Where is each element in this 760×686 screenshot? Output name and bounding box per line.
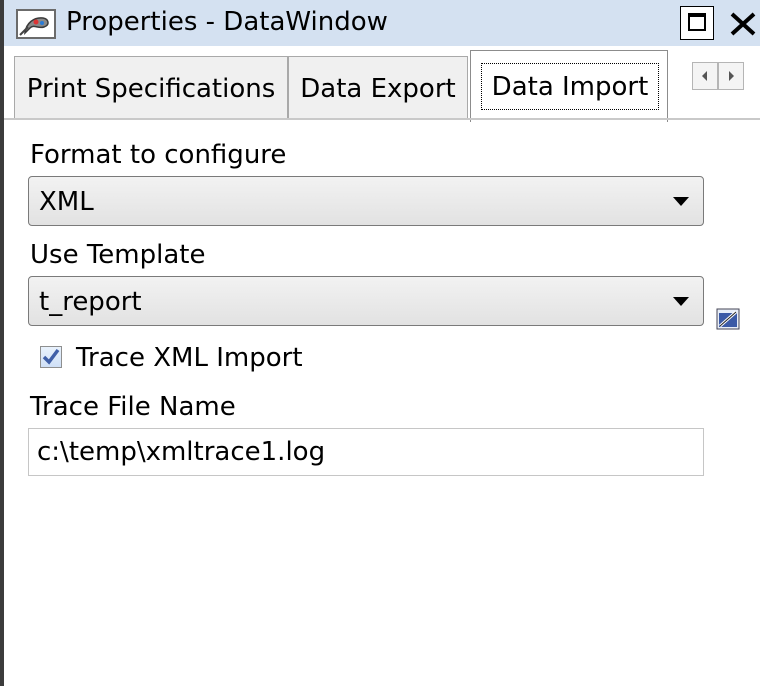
format-label: Format to configure: [30, 140, 287, 170]
close-button[interactable]: [722, 6, 760, 40]
trace-file-label: Trace File Name: [30, 392, 236, 422]
chevron-down-icon: [673, 297, 689, 306]
tab-print-specifications[interactable]: Print Specifications: [14, 56, 288, 120]
maximize-icon: [688, 13, 706, 31]
maximize-button[interactable]: [680, 6, 714, 40]
edit-template-icon: [716, 308, 740, 330]
title-bar[interactable]: Properties - DataWindow: [4, 0, 760, 46]
template-value: t_report: [39, 287, 142, 317]
properties-icon: [16, 9, 56, 39]
template-dropdown[interactable]: t_report: [28, 276, 704, 326]
tab-data-export[interactable]: Data Export: [288, 56, 468, 120]
edit-template-button[interactable]: [716, 306, 740, 330]
chevron-down-icon: [673, 197, 689, 206]
checkmark-icon: [42, 348, 60, 365]
trace-xml-import-checkbox[interactable]: [40, 346, 62, 368]
tab-label: Data Import: [491, 71, 649, 102]
focus-rectangle: Data Import: [481, 63, 659, 110]
arrow-left-icon: [702, 71, 707, 81]
format-value: XML: [39, 187, 94, 217]
template-label: Use Template: [30, 240, 206, 270]
tab-label: Print Specifications: [26, 73, 276, 104]
trace-xml-import-label[interactable]: Trace XML Import: [76, 343, 303, 373]
tab-panel-border: [4, 118, 760, 120]
format-dropdown[interactable]: XML: [28, 176, 704, 226]
trace-file-value: c:\temp\xmltrace1.log: [37, 437, 326, 467]
tab-scroll-right-button[interactable]: [718, 62, 744, 90]
window-title: Properties - DataWindow: [66, 7, 388, 37]
close-icon: [730, 12, 756, 36]
tab-label: Data Export: [300, 73, 456, 104]
tab-strip: Print Specifications Data Export Data Im…: [4, 46, 760, 122]
tab-data-import[interactable]: Data Import: [470, 50, 668, 122]
arrow-right-icon: [729, 71, 734, 81]
tab-scroll-left-button[interactable]: [692, 62, 718, 90]
trace-file-input[interactable]: c:\temp\xmltrace1.log: [28, 428, 704, 476]
